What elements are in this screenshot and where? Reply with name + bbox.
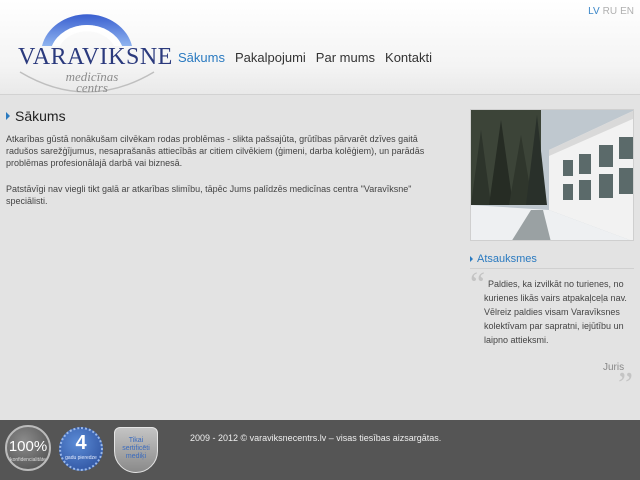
nav-item-kontakti[interactable]: Kontakti xyxy=(385,50,432,65)
lang-ru[interactable]: RU xyxy=(603,6,617,17)
intro-paragraph-2: Patstāvīgi nav viegli tikt galā ar atkar… xyxy=(6,184,412,206)
badge-percent: 100% xyxy=(8,438,48,455)
divider xyxy=(470,268,634,269)
arrow-right-icon xyxy=(6,112,10,120)
testimonials-title[interactable]: Atsauksmes xyxy=(477,253,537,265)
quote-close-icon: ” xyxy=(618,366,634,403)
header: VARAVIKSNE medicīnas centrs Sākums Pakal… xyxy=(0,0,640,95)
nav-item-sakums[interactable]: Sākums xyxy=(178,50,225,65)
intro-paragraph-1: Atkarības gūstā nonākušam cilvēkam rodas… xyxy=(6,134,425,168)
language-switcher: LV RU EN xyxy=(588,6,634,17)
building-photo-image xyxy=(471,110,633,240)
badge-label: gadu pieredze xyxy=(65,455,97,461)
copyright: 2009 - 2012 © varaviksnecentrs.lv – visa… xyxy=(190,433,442,443)
logo[interactable]: VARAVIKSNE medicīnas centrs xyxy=(14,4,173,96)
arrow-right-icon xyxy=(470,256,473,262)
experience-badge: 4 gadu pieredze xyxy=(59,427,103,471)
confidentiality-badge: 100% konfidencialitāte xyxy=(5,425,51,471)
main-nav: Sākums Pakalpojumi Par mums Kontakti xyxy=(178,50,432,65)
nav-item-par-mums[interactable]: Par mums xyxy=(316,50,375,65)
logo-subtitle-line2: centrs xyxy=(76,80,108,95)
testimonials-heading: Atsauksmes xyxy=(470,253,537,265)
lang-lv[interactable]: LV xyxy=(588,6,600,17)
page-title: Sākums xyxy=(6,108,66,124)
badge-years: 4 xyxy=(75,432,87,454)
building-photo xyxy=(470,109,634,241)
lang-en[interactable]: EN xyxy=(620,6,634,17)
badge-label: Tikai sertificēti mediķi xyxy=(122,437,150,460)
testimonial-text: Paldies, ka izvilkāt no turienes, no kur… xyxy=(484,279,627,345)
certified-badge: Tikai sertificēti mediķi xyxy=(114,427,158,473)
quote-open-icon: “ xyxy=(470,266,486,303)
nav-item-pakalpojumi[interactable]: Pakalpojumi xyxy=(235,50,306,65)
page-title-text: Sākums xyxy=(15,108,66,124)
badge-label: konfidencialitāte xyxy=(10,457,46,463)
logo-wordmark: VARAVIKSNE xyxy=(18,44,173,70)
